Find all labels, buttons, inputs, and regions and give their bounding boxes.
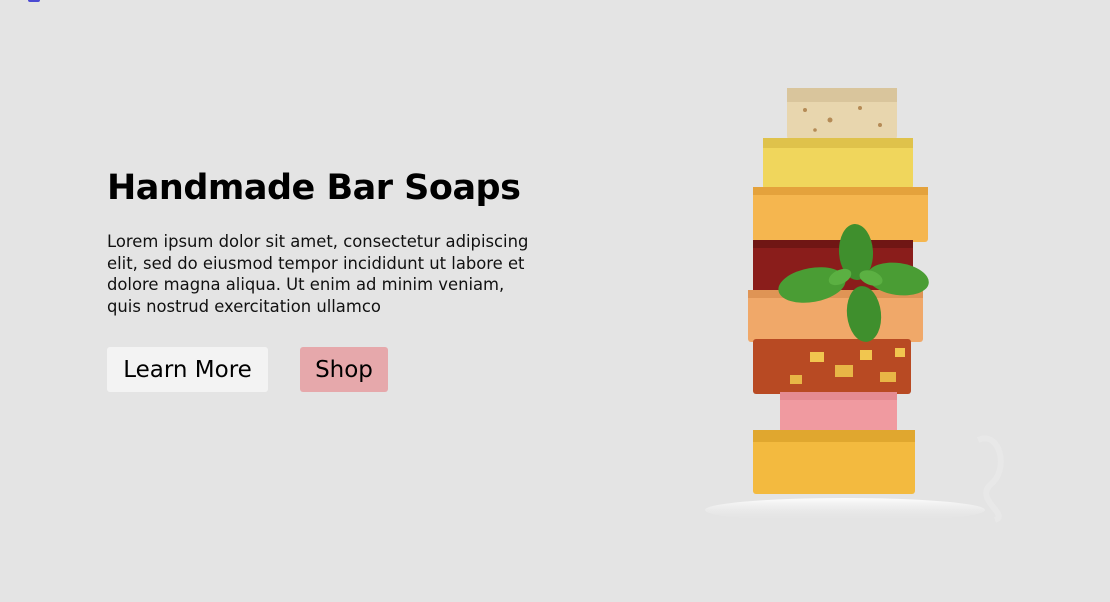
corner-accent <box>28 0 40 2</box>
soap-stack-image <box>690 80 1030 525</box>
soap-bar-orange <box>753 187 928 242</box>
page-title: Handmade Bar Soaps <box>107 168 521 208</box>
soap-base-shadow <box>705 498 985 522</box>
hero-description: Lorem ipsum dolor sit amet, consectetur … <box>107 232 529 316</box>
hero-copy: Handmade Bar Soaps Lorem ipsum dolor sit… <box>107 160 547 317</box>
soap-bar-marbled <box>753 339 911 394</box>
shop-button[interactable]: Shop <box>300 347 388 392</box>
hero-section: Handmade Bar Soaps Lorem ipsum dolor sit… <box>0 0 1110 602</box>
soap-bar-yellow <box>763 138 913 190</box>
soap-stack-illustration <box>705 88 1004 523</box>
soap-bar-gold <box>753 430 915 494</box>
soap-bar-peach <box>748 290 923 342</box>
soap-bar-cream <box>787 88 897 140</box>
learn-more-button[interactable]: Learn More <box>107 347 268 392</box>
hero-buttons: Learn More Shop <box>107 347 388 392</box>
